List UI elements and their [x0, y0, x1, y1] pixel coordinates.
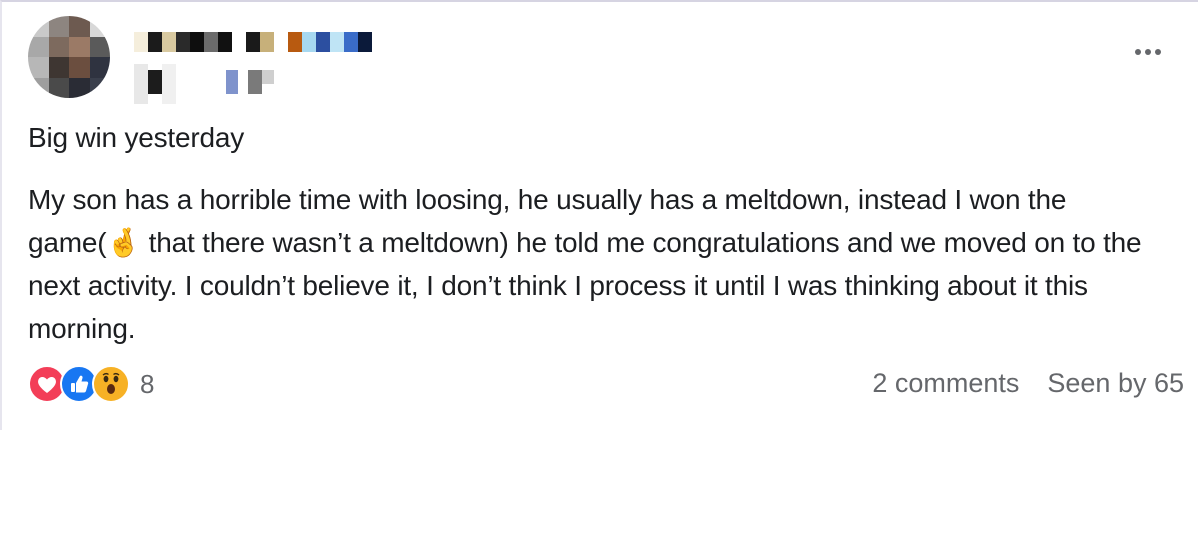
- seen-by-link[interactable]: Seen by 65: [1047, 368, 1184, 399]
- post-card: Big win yesterday My son has a horrible …: [0, 0, 1198, 430]
- reactions-summary[interactable]: 8: [28, 365, 154, 403]
- post-body-text: that there wasn’t a meltdown) he told me…: [28, 227, 1142, 344]
- more-dot-icon: [1145, 49, 1151, 55]
- comments-link[interactable]: 2 comments: [872, 368, 1019, 399]
- crossed-fingers-icon: 🤞: [106, 227, 142, 258]
- more-dot-icon: [1135, 49, 1141, 55]
- author-name-redacted[interactable]: [134, 32, 372, 52]
- avatar[interactable]: [28, 16, 110, 98]
- post-title: Big win yesterday: [28, 122, 245, 153]
- reaction-count: 8: [140, 368, 155, 399]
- post-stats: 2 comments Seen by 65: [872, 368, 1184, 399]
- more-options-button[interactable]: [1128, 40, 1168, 64]
- more-dot-icon: [1155, 49, 1161, 55]
- post-meta-redacted: [134, 64, 274, 104]
- post-body: My son has a horrible time with loosing,…: [28, 178, 1178, 350]
- wow-icon: [92, 365, 130, 403]
